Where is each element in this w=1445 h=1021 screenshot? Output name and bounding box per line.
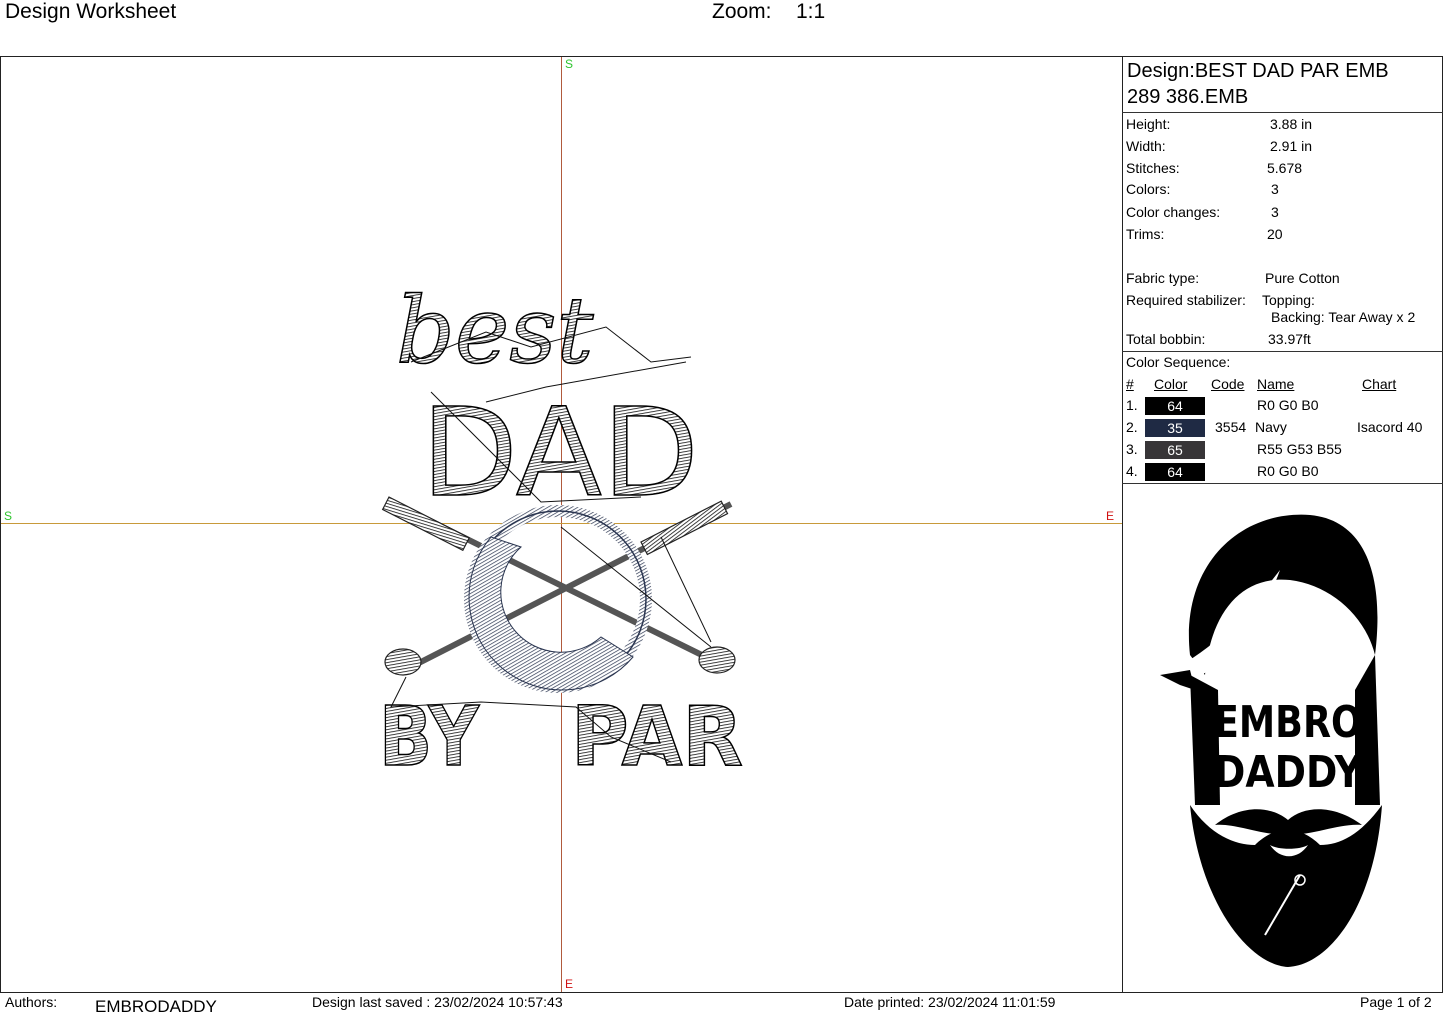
color-swatch: 65 (1145, 441, 1205, 459)
color-sequence-title: Color Sequence: (1126, 354, 1231, 370)
fabric-type-label: Fabric type: (1126, 270, 1200, 286)
color-swatch: 64 (1145, 463, 1205, 481)
total-bobbin-value: 33.97ft (1268, 331, 1311, 347)
color-code: 3554 (1215, 419, 1247, 435)
stat-label: Color changes: (1126, 204, 1221, 220)
col-header-color: Color (1154, 376, 1188, 392)
row-num: 4. (1126, 463, 1138, 479)
stat-value: 5.678 (1267, 160, 1303, 176)
fabric-type-value: Pure Cotton (1265, 270, 1340, 286)
authors-value: EMBRODADDY (95, 997, 217, 1016)
stat-label: Height: (1126, 116, 1171, 132)
design-name: Design:BEST DAD PAR EMB 289 386.EMB (1127, 60, 1389, 108)
design-canvas[interactable]: S S E E best DAD BY PAR (1, 57, 1122, 992)
backing-value: Backing: Tear Away x 2 (1271, 309, 1416, 325)
total-bobbin-label: Total bobbin: (1126, 331, 1206, 347)
topping-value: Topping: (1262, 292, 1315, 308)
color-name: R0 G0 B0 (1257, 463, 1319, 479)
zoom-value: 1:1 (796, 0, 826, 23)
logo-text-line1: EMBRO (1214, 697, 1362, 748)
text-dad: DAD (421, 382, 699, 524)
stat-value: 20 (1267, 226, 1283, 242)
panel-divider (1122, 56, 1123, 993)
col-header-chart: Chart (1362, 376, 1397, 392)
date-printed: Date printed: 23/02/2024 11:01:59 (844, 994, 1056, 1010)
color-chart: Isacord 40 (1357, 419, 1423, 435)
embroidery-design: best DAD BY PAR (378, 276, 744, 786)
color-swatch: 64 (1145, 397, 1205, 415)
stat-label: Trims: (1126, 226, 1165, 242)
page-number: Page 1 of 2 (1360, 994, 1432, 1010)
col-header-num: # (1126, 376, 1134, 392)
row-num: 2. (1126, 419, 1138, 435)
stat-value: 2.91 in (1270, 138, 1313, 154)
stat-value: 3 (1271, 204, 1279, 220)
col-header-code: Code (1211, 376, 1245, 392)
color-swatch: 35 (1145, 419, 1205, 437)
logo-text-line2: DADDY (1214, 747, 1363, 798)
color-name: R55 G53 B55 (1257, 441, 1342, 457)
text-best: best (396, 277, 595, 384)
last-saved: Design last saved : 23/02/2024 10:57:43 (312, 994, 563, 1010)
row-num: 1. (1126, 397, 1138, 413)
color-name: Navy (1255, 419, 1287, 435)
stat-label: Width: (1126, 138, 1166, 154)
panel-separator (1122, 112, 1443, 113)
stat-label: Stitches: (1126, 160, 1180, 176)
text-par: PAR (571, 690, 743, 785)
col-header-name: Name (1257, 376, 1295, 392)
worksheet-title: Design Worksheet (5, 0, 177, 23)
row-num: 3. (1126, 441, 1138, 457)
panel-separator (1122, 351, 1443, 352)
stat-label: Colors: (1126, 181, 1171, 197)
authors-label: Authors: (5, 994, 58, 1010)
zoom-label: Zoom: (712, 0, 772, 23)
color-name: R0 G0 B0 (1257, 397, 1319, 413)
golf-ball (464, 505, 652, 693)
embrodaddy-logo: EMBRO DADDY (1150, 505, 1400, 975)
panel-separator (1122, 483, 1443, 484)
stat-value: 3 (1271, 181, 1279, 197)
stabilizer-label: Required stabilizer: (1126, 292, 1246, 308)
text-by: BY (379, 690, 480, 785)
stat-value: 3.88 in (1270, 116, 1313, 132)
